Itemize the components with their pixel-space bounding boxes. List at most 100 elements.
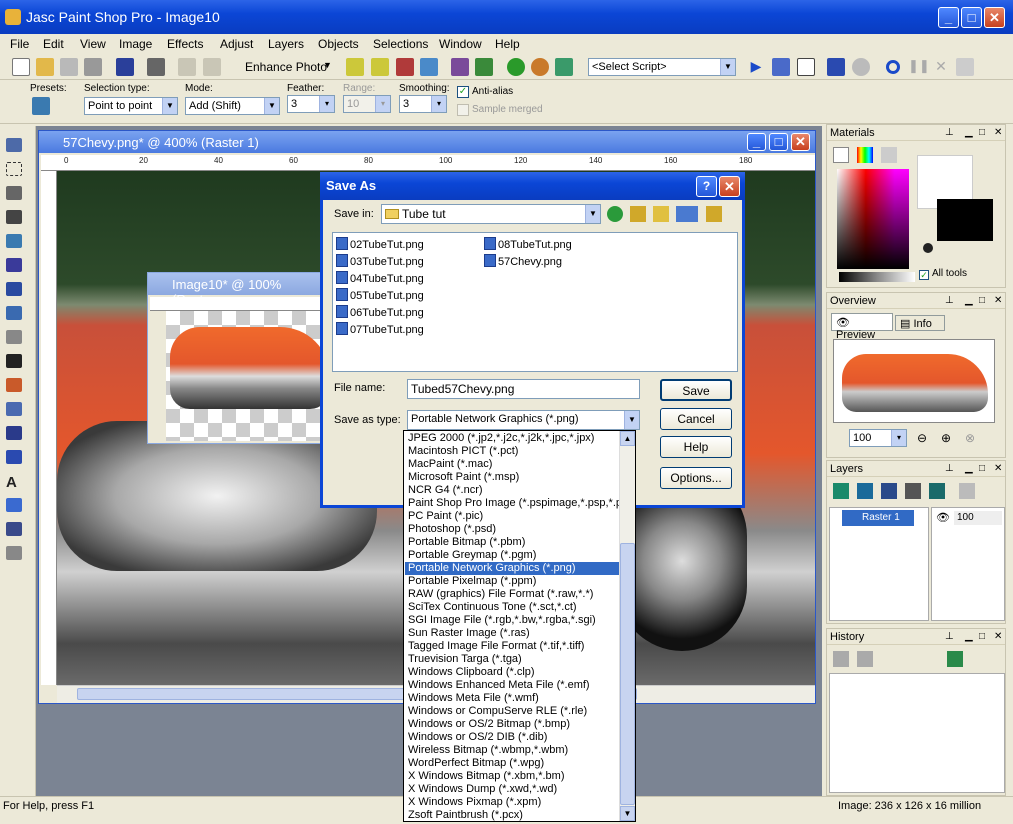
cancel-button[interactable]: Cancel xyxy=(660,408,732,430)
face-green-icon[interactable] xyxy=(507,58,525,76)
file-type-option[interactable]: Tagged Image File Format (*.tif,*.tiff) xyxy=(405,640,621,653)
sharpen-icon[interactable] xyxy=(420,58,438,76)
file-type-option[interactable]: Paint Shop Pro Image (*.pspimage,*.psp,*… xyxy=(405,497,621,510)
file-type-option[interactable]: Windows or CompuServe RLE (*.rle) xyxy=(405,705,621,718)
text-tool-icon[interactable]: A xyxy=(6,474,22,491)
file-type-option[interactable]: Photoshop (*.psd) xyxy=(405,523,621,536)
new-folder-icon[interactable] xyxy=(653,206,669,222)
panel-close-icon[interactable]: ✕ xyxy=(994,463,1002,474)
feather-input[interactable]: 3 ▾ xyxy=(287,95,335,113)
file-item[interactable]: 07TubeTut.png xyxy=(336,322,424,336)
antialias-checkbox[interactable]: ✓ xyxy=(457,86,469,98)
save-button[interactable]: Save xyxy=(660,379,732,401)
pause-icon[interactable]: ❚❚ xyxy=(908,58,930,76)
warp-tool-icon[interactable] xyxy=(6,546,22,560)
save-as-type-select[interactable]: Portable Network Graphics (*.png) ▼ xyxy=(407,410,640,430)
options-button[interactable]: Options... xyxy=(660,467,732,489)
cancel-icon[interactable]: ✕ xyxy=(932,58,950,76)
crop-tool-icon[interactable] xyxy=(6,186,22,200)
eraser-tool-icon[interactable] xyxy=(6,402,22,416)
menu-adjust[interactable]: Adjust xyxy=(220,37,253,51)
menu-effects[interactable]: Effects xyxy=(167,37,203,51)
tab-info[interactable]: ▤ Info xyxy=(895,315,945,331)
background-swatch[interactable] xyxy=(937,199,993,241)
pan-tool-icon[interactable] xyxy=(6,138,22,152)
layer-row-raster1[interactable]: Raster 1 xyxy=(842,510,914,526)
enhance-photo-menu[interactable]: Enhance Photo xyxy=(245,60,327,74)
landscape-icon[interactable] xyxy=(555,58,573,76)
doc-close-button[interactable]: ✕ xyxy=(791,133,810,151)
new-vector-layer-icon[interactable] xyxy=(857,483,873,499)
file-type-option[interactable]: Zsoft Paintbrush (*.pcx) xyxy=(405,809,621,822)
small-canvas[interactable] xyxy=(166,311,326,441)
file-type-option[interactable]: Windows Clipboard (*.clp) xyxy=(405,666,621,679)
panel-maximize-icon[interactable]: □ xyxy=(979,631,985,642)
sparkle-icon[interactable] xyxy=(371,58,389,76)
file-type-option[interactable]: X Windows Dump (*.xwd,*.wd) xyxy=(405,783,621,796)
all-tools-checkbox[interactable]: ✓ xyxy=(919,270,929,280)
save-in-select[interactable]: Tube tut ▼ xyxy=(381,204,601,224)
open-icon[interactable] xyxy=(36,58,54,76)
help-question-button[interactable]: ? xyxy=(696,176,717,197)
browse-icon[interactable] xyxy=(60,58,78,76)
print-icon[interactable] xyxy=(147,58,165,76)
zoom-fit-icon[interactable]: ⊗ xyxy=(965,431,975,445)
close-button[interactable]: ✕ xyxy=(984,7,1005,28)
history-undo-icon[interactable] xyxy=(833,651,849,667)
file-type-option[interactable]: X Windows Pixmap (*.xpm) xyxy=(405,796,621,809)
delete-layer-icon[interactable] xyxy=(959,483,975,499)
file-type-option[interactable]: Microsoft Paint (*.msp) xyxy=(405,471,621,484)
file-item[interactable]: 02TubeTut.png xyxy=(336,237,424,251)
menu-file[interactable]: File xyxy=(10,37,29,51)
menu-objects[interactable]: Objects xyxy=(318,37,359,51)
range-input[interactable]: 10 ▾ xyxy=(343,95,391,113)
menu-selections[interactable]: Selections xyxy=(373,37,428,51)
panel-minimize-icon[interactable]: ▁ xyxy=(965,631,973,642)
pin-icon[interactable]: ⊥ xyxy=(945,463,954,474)
scissors-icon[interactable] xyxy=(84,58,102,76)
browse-folder-icon[interactable] xyxy=(706,206,722,222)
mask-layer-icon[interactable] xyxy=(929,483,945,499)
paintbrush-tool-icon[interactable] xyxy=(6,282,22,296)
file-type-option[interactable]: Windows Meta File (*.wmf) xyxy=(405,692,621,705)
run-script-icon[interactable]: ▶ xyxy=(747,58,765,76)
magic-icon[interactable] xyxy=(346,58,364,76)
pen-tool-icon[interactable] xyxy=(6,522,22,536)
scratch-remover-icon[interactable] xyxy=(6,330,22,344)
panel-maximize-icon[interactable]: □ xyxy=(979,127,985,138)
panel-minimize-icon[interactable]: ▁ xyxy=(965,463,973,474)
new-group-icon[interactable] xyxy=(881,483,897,499)
layer-opacity[interactable]: 100 xyxy=(954,511,1002,525)
history-script-icon[interactable] xyxy=(947,651,963,667)
file-type-option[interactable]: SGI Image File (*.rgb,*.bw,*.rgba,*.sgi) xyxy=(405,614,621,627)
overview-thumbnail[interactable] xyxy=(833,339,995,423)
up-folder-icon[interactable] xyxy=(630,206,646,222)
move-tool-icon[interactable] xyxy=(6,210,22,224)
doc-maximize-button[interactable]: □ xyxy=(769,133,788,151)
adjust-layer-icon[interactable] xyxy=(905,483,921,499)
selection-type-select[interactable]: Point to point ▼ xyxy=(84,97,178,115)
file-type-option[interactable]: PC Paint (*.pic) xyxy=(405,510,621,523)
rainbow-tab-icon[interactable] xyxy=(857,147,873,163)
file-type-option[interactable]: Windows or OS/2 DIB (*.dib) xyxy=(405,731,621,744)
visibility-eye-icon[interactable]: 👁 xyxy=(936,511,950,524)
menu-layers[interactable]: Layers xyxy=(268,37,304,51)
save-icon[interactable] xyxy=(116,58,134,76)
pin-icon[interactable]: ⊥ xyxy=(945,631,954,642)
panel-close-icon[interactable]: ✕ xyxy=(994,127,1002,138)
flood-fill-icon[interactable] xyxy=(6,450,22,464)
file-item[interactable]: 06TubeTut.png xyxy=(336,305,424,319)
file-type-option[interactable]: Truevision Targa (*.tga) xyxy=(405,653,621,666)
panel-minimize-icon[interactable]: ▁ xyxy=(965,127,973,138)
new-layer-icon[interactable] xyxy=(833,483,849,499)
zoom-out-icon[interactable]: ⊖ xyxy=(917,431,927,445)
file-type-option[interactable]: Macintosh PICT (*.pct) xyxy=(405,445,621,458)
script-output-icon[interactable] xyxy=(797,58,815,76)
file-item[interactable]: 08TubeTut.png xyxy=(484,237,572,251)
frame-tab-icon[interactable] xyxy=(833,147,849,163)
selection-tool-icon[interactable] xyxy=(6,162,22,176)
face-orange-icon[interactable] xyxy=(531,58,549,76)
file-type-option[interactable]: Portable Pixelmap (*.ppm) xyxy=(405,575,621,588)
style-icon[interactable] xyxy=(923,243,933,253)
mode-select[interactable]: Add (Shift) ▼ xyxy=(185,97,280,115)
